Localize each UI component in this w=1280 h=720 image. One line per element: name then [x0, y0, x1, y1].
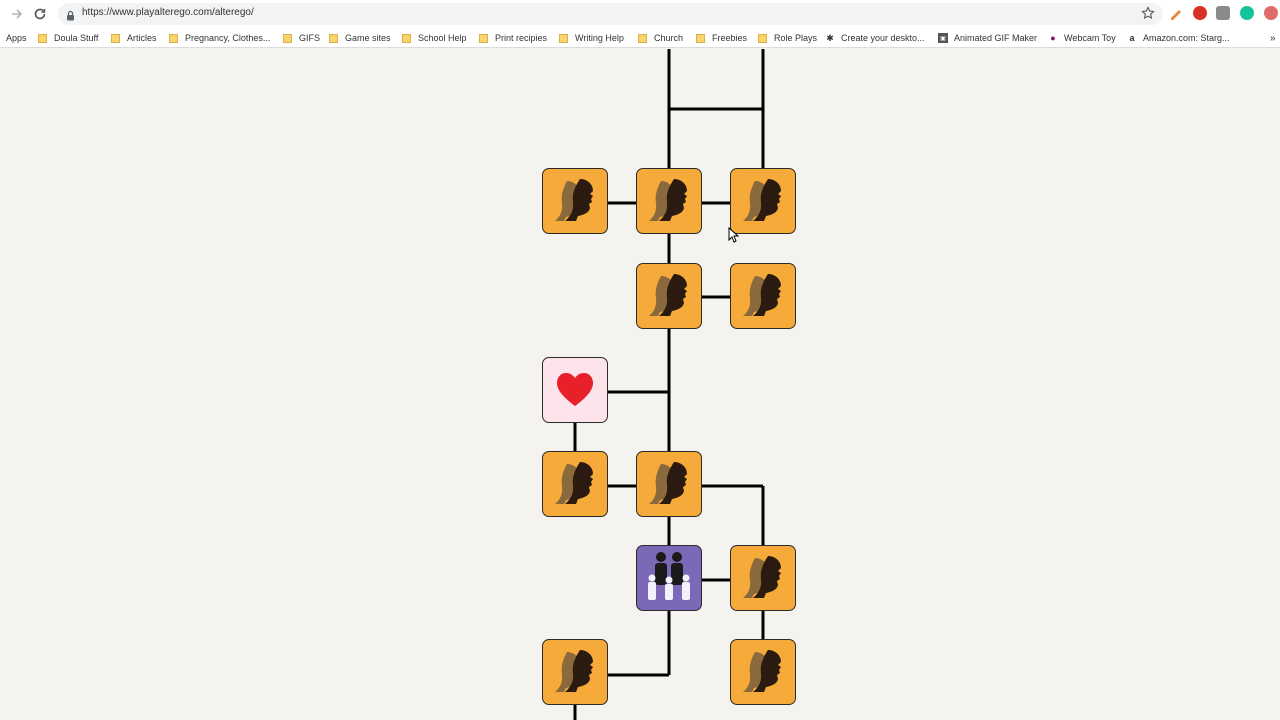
person-node-grandparent[interactable] — [542, 168, 608, 234]
person-node-sibling[interactable] — [636, 168, 702, 234]
bookmark-apps[interactable]: Apps — [6, 31, 27, 45]
folder-icon — [559, 33, 568, 43]
family-group-node[interactable] — [636, 545, 702, 611]
person-node-parent-right[interactable] — [730, 168, 796, 234]
alter-ego-faces-icon — [743, 556, 781, 598]
folder-icon — [758, 33, 767, 43]
bookmark-label: Amazon.com: Starg... — [1143, 33, 1230, 43]
folder-icon — [111, 33, 120, 43]
bookmark-label: Create your deskto... — [841, 33, 925, 43]
bookmark-church[interactable]: Church — [638, 31, 683, 45]
bookmark-label: Church — [654, 33, 684, 43]
bookmark-create-desktop[interactable]: ✱ Create your deskto... — [825, 31, 925, 45]
bookmark-webcam-toy[interactable]: ● Webcam Toy — [1048, 31, 1116, 45]
bookmark-amazon[interactable]: a Amazon.com: Starg... — [1127, 31, 1230, 45]
person-node-child-spouse[interactable] — [730, 545, 796, 611]
bookmark-label: Articles — [127, 33, 157, 43]
person-node-child[interactable] — [636, 451, 702, 517]
extension-stack-icon[interactable] — [1216, 6, 1230, 20]
bookmark-articles[interactable]: Articles — [111, 31, 157, 45]
bookmark-star-icon[interactable] — [1141, 6, 1155, 25]
folder-icon — [402, 33, 411, 43]
heart-icon — [557, 373, 593, 406]
person-node-grandchild-left[interactable] — [542, 639, 608, 705]
gif-icon: ▣ — [938, 33, 948, 43]
folder-icon — [696, 33, 705, 43]
bookmark-game-sites[interactable]: Game sites — [329, 31, 391, 45]
bookmark-writing-help[interactable]: Writing Help — [559, 31, 624, 45]
bookmark-doula-stuff[interactable]: Doula Stuff — [38, 31, 98, 45]
bookmark-school-help[interactable]: School Help — [402, 31, 467, 45]
amazon-icon: a — [1129, 33, 1135, 43]
alter-ego-faces-icon — [649, 462, 687, 504]
lock-icon — [66, 8, 75, 26]
extension-shield-icon[interactable] — [1264, 6, 1278, 20]
bookmark-gifs[interactable]: GIFS — [283, 31, 320, 45]
bookmark-animated-gif-maker[interactable]: ▣ Animated GIF Maker — [938, 31, 1037, 45]
extension-adblock-icon[interactable] — [1193, 6, 1207, 20]
alter-ego-faces-icon — [555, 650, 593, 692]
relationship-heart-node[interactable] — [542, 357, 608, 423]
extension-pen-icon[interactable] — [1169, 6, 1183, 20]
gear-icon: ✱ — [826, 32, 834, 43]
bookmark-label: Role Plays — [774, 33, 818, 43]
bookmark-label: Doula Stuff — [54, 33, 99, 43]
folder-icon — [329, 33, 338, 43]
person-node-spouse[interactable] — [730, 263, 796, 329]
folder-icon — [169, 33, 178, 43]
alter-ego-faces-icon — [649, 274, 687, 316]
folder-icon — [638, 33, 647, 43]
omnibox[interactable]: https://www.playalterego.com/alterego/ — [58, 3, 1163, 25]
alter-ego-faces-icon — [649, 179, 687, 221]
address-bar-row: https://www.playalterego.com/alterego/ — [0, 0, 1280, 27]
bookmarks-overflow-icon[interactable]: » — [1270, 31, 1276, 45]
bookmark-print-recipies[interactable]: Print recipies — [479, 31, 547, 45]
bookmark-label: Animated GIF Maker — [954, 33, 1038, 43]
person-node-partner-left[interactable] — [542, 451, 608, 517]
mouse-cursor-icon — [728, 227, 740, 243]
alter-ego-faces-icon — [743, 179, 781, 221]
bookmark-label: Apps — [6, 33, 27, 43]
forward-icon[interactable] — [6, 4, 26, 24]
bookmark-label: GIFS — [299, 33, 321, 43]
bookmark-role-plays[interactable]: Role Plays — [758, 31, 817, 45]
bookmark-label: Pregnancy, Clothes... — [185, 33, 271, 43]
alter-ego-faces-icon — [555, 462, 593, 504]
tree-connector-lines — [573, 49, 765, 720]
person-node-grandchild-right[interactable] — [730, 639, 796, 705]
reload-icon[interactable] — [30, 4, 50, 24]
url-text[interactable]: https://www.playalterego.com/alterego/ — [82, 7, 254, 18]
bookmark-label: Writing Help — [575, 33, 624, 43]
webcam-icon: ● — [1050, 33, 1056, 43]
folder-icon — [283, 33, 292, 43]
folder-icon — [38, 33, 47, 43]
bookmark-label: Print recipies — [495, 33, 548, 43]
bookmark-label: Freebies — [712, 33, 748, 43]
alter-ego-faces-icon — [555, 179, 593, 221]
folder-icon — [479, 33, 488, 43]
bookmark-pregnancy[interactable]: Pregnancy, Clothes... — [169, 31, 270, 45]
family-tree-canvas — [0, 49, 1280, 720]
alter-ego-faces-icon — [743, 274, 781, 316]
person-node-self[interactable] — [636, 263, 702, 329]
bookmarks-bar: Apps Doula Stuff Articles Pregnancy, Clo… — [0, 27, 1280, 48]
bookmark-freebies[interactable]: Freebies — [696, 31, 747, 45]
bookmark-label: Game sites — [345, 33, 391, 43]
bookmark-label: Webcam Toy — [1064, 33, 1116, 43]
family-icon — [648, 552, 690, 600]
extension-grammarly-icon[interactable] — [1240, 6, 1254, 20]
alter-ego-faces-icon — [743, 650, 781, 692]
bookmark-label: School Help — [418, 33, 467, 43]
